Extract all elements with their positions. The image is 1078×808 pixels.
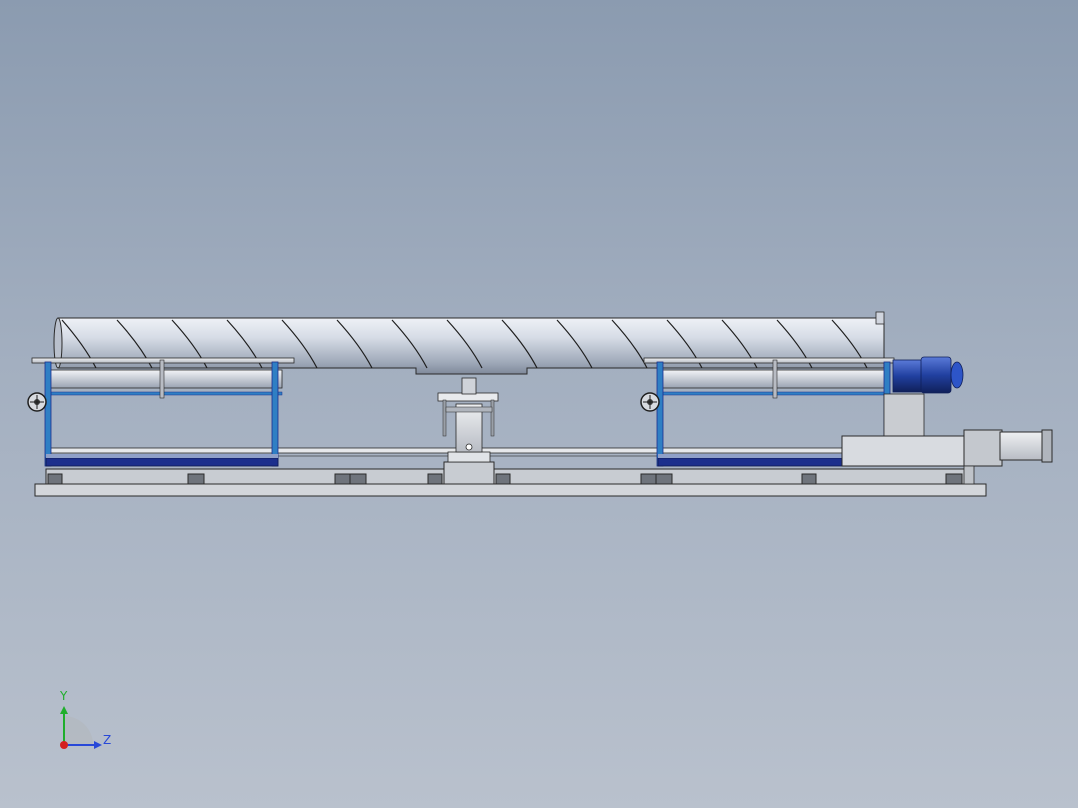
cad-model-viewport[interactable]: Y Z: [0, 0, 1078, 808]
drive-motor[interactable]: [883, 356, 964, 439]
center-lift-cylinder[interactable]: [437, 377, 499, 485]
x-axis-origin-icon: [60, 741, 68, 749]
z-axis-label: Z: [103, 733, 111, 747]
y-axis-label: Y: [59, 689, 68, 703]
spiral-pipe[interactable]: [53, 311, 885, 375]
coordinate-triad: Y Z: [59, 689, 111, 749]
handwheel-icon[interactable]: [27, 392, 47, 412]
handwheel-icon[interactable]: [640, 392, 660, 412]
